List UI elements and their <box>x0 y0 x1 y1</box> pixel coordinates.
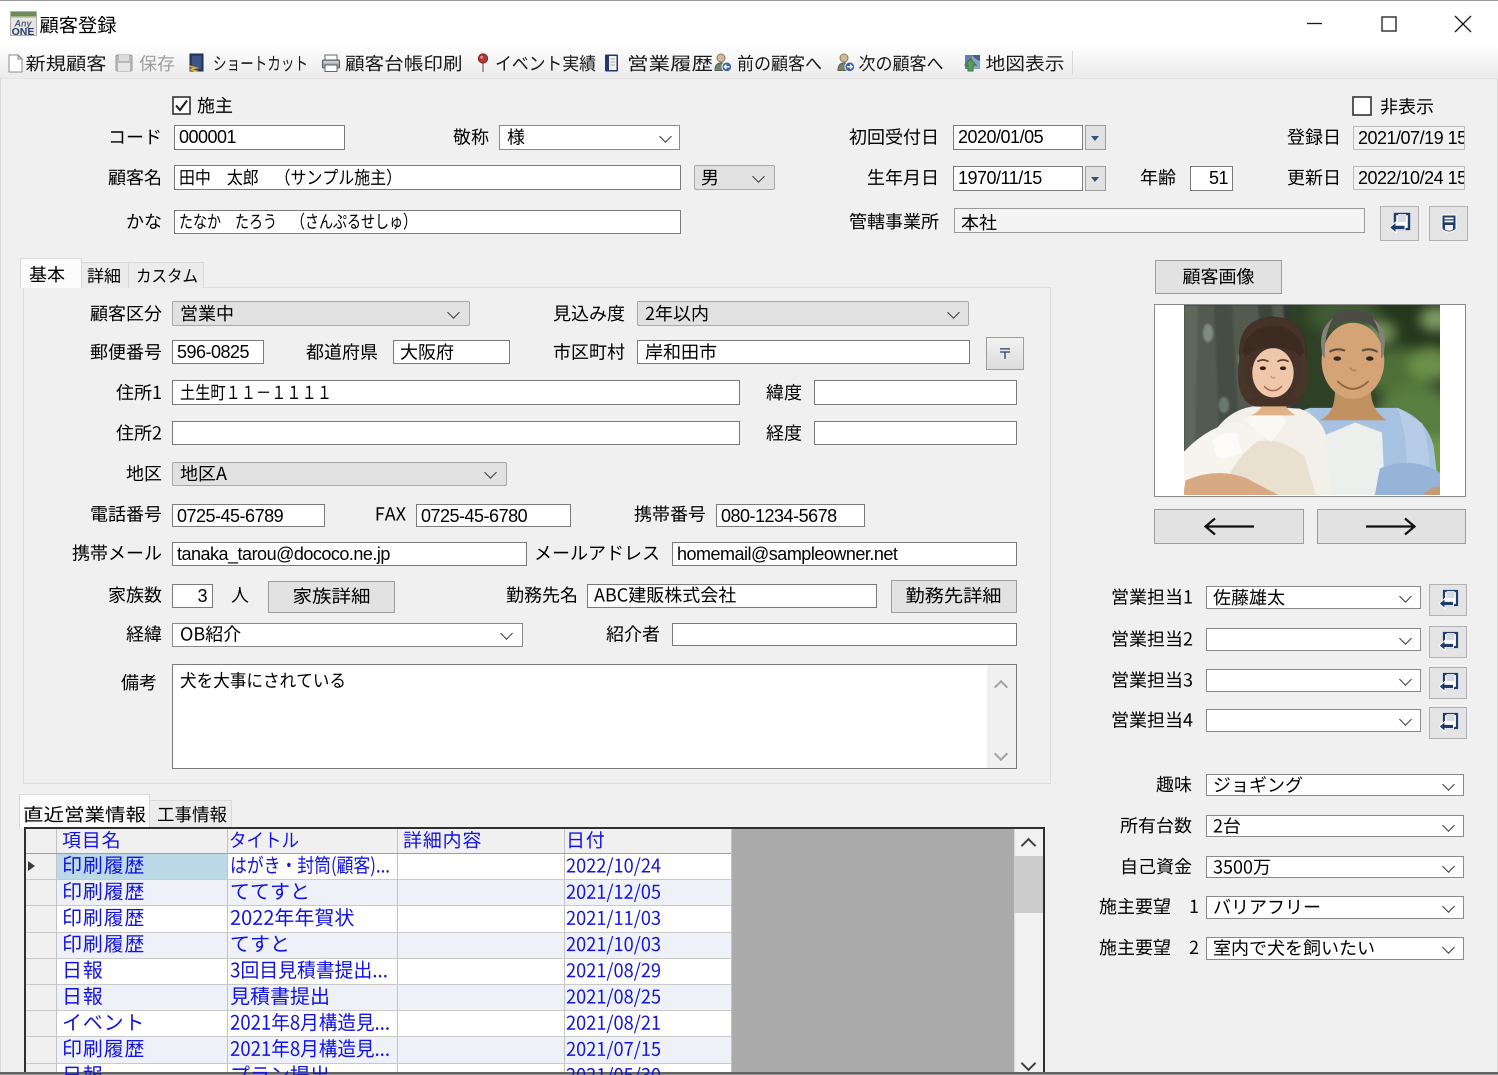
svg-text:ONE: ONE <box>12 26 35 36</box>
